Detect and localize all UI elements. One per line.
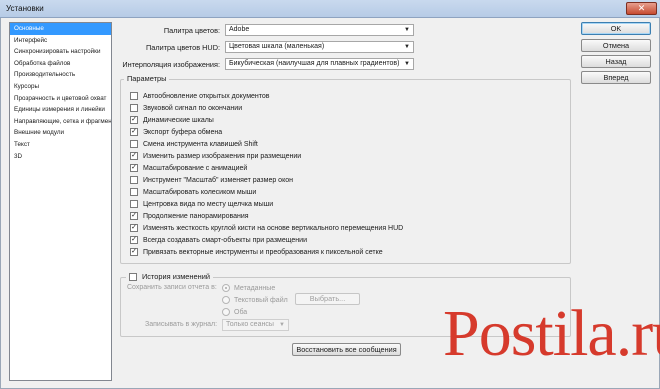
option-label: Изменить размер изображения при размещен… — [143, 152, 302, 160]
radio-button[interactable] — [222, 284, 230, 292]
back-button[interactable]: Назад — [581, 55, 651, 68]
checkbox[interactable]: ✓ — [130, 128, 138, 136]
option-label: Автообновление открытых документов — [143, 92, 270, 100]
sidebar-item-sync-settings[interactable]: Синхронизировать настройки — [10, 46, 111, 58]
option-zoom-scroll-wheel[interactable]: Масштабировать колесиком мыши — [130, 187, 256, 197]
sidebar-item-general[interactable]: Основные — [10, 23, 111, 35]
choose-file-button[interactable]: Выбрать... — [295, 293, 360, 305]
radio-both-label: Оба — [234, 308, 248, 316]
sidebar: Основные Интерфейс Синхронизировать наст… — [9, 22, 112, 381]
hud-picker-label: Палитра цветов HUD: — [146, 43, 220, 52]
option-label: Масштабировать колесиком мыши — [143, 188, 257, 196]
sidebar-item-plugins[interactable]: Внешние модули — [10, 127, 111, 139]
interpolation-value: Бикубическая (наилучшая для плавных град… — [229, 60, 400, 67]
radio-metadata-label: Метаданные — [234, 284, 276, 292]
log-items-value: Только сеансы — [226, 321, 274, 328]
title-bar: Установки ✕ — [0, 0, 660, 18]
close-icon[interactable]: ✕ — [626, 2, 657, 15]
option-snap-pixel-grid[interactable]: ✓ Привязать векторные инструменты и прео… — [130, 247, 383, 257]
checkbox[interactable] — [130, 188, 138, 196]
ok-button[interactable]: OK — [581, 22, 651, 35]
option-auto-update[interactable]: Автообновление открытых документов — [130, 91, 270, 101]
checkbox[interactable] — [130, 200, 138, 208]
chevron-down-icon: ▼ — [279, 322, 285, 328]
checkbox[interactable] — [130, 140, 138, 148]
option-label: Динамические шкалы — [143, 116, 214, 124]
sidebar-item-interface[interactable]: Интерфейс — [10, 35, 111, 47]
history-legend[interactable]: История изменений — [126, 272, 213, 281]
hud-picker-value: Цветовая шкала (маленькая) — [229, 43, 325, 50]
interpolation-label: Интерполяция изображения: — [122, 60, 220, 69]
window-title: Установки — [6, 4, 44, 13]
sidebar-item-units-rulers[interactable]: Единицы измерения и линейки — [10, 104, 111, 116]
option-animated-zoom[interactable]: ✓ Масштабирование с анимацией — [130, 163, 247, 173]
checkbox[interactable]: ✓ — [130, 248, 138, 256]
option-zoom-resizes-windows[interactable]: Инструмент "Масштаб" изменяет размер око… — [130, 175, 293, 185]
option-label: Инструмент "Масштаб" изменяет размер око… — [143, 176, 293, 184]
checkbox[interactable]: ✓ — [130, 236, 138, 244]
color-picker-select[interactable]: Adobe ▼ — [225, 24, 414, 36]
option-label: Масштабирование с анимацией — [143, 164, 248, 172]
option-smart-objects[interactable]: ✓ Всегда создавать смарт-объекты при раз… — [130, 235, 307, 245]
sidebar-item-guides-grid[interactable]: Направляющие, сетка и фрагменты — [10, 116, 111, 128]
color-picker-label: Палитра цветов: — [163, 26, 220, 35]
option-label: Продолжение панорамирования — [143, 212, 249, 220]
option-flick-panning[interactable]: ✓ Продолжение панорамирования — [130, 211, 249, 221]
history-checkbox[interactable] — [129, 272, 137, 281]
hud-picker-select[interactable]: Цветовая шкала (маленькая) ▼ — [225, 41, 414, 53]
sidebar-item-3d[interactable]: 3D — [10, 151, 111, 163]
options-legend: Параметры — [124, 74, 170, 83]
chevron-down-icon: ▼ — [404, 27, 410, 33]
chevron-down-icon: ▼ — [404, 44, 410, 50]
option-label: Привязать векторные инструменты и преобр… — [143, 248, 383, 256]
checkbox[interactable]: ✓ — [130, 152, 138, 160]
option-hud-brush-hardness[interactable]: ✓ Изменять жесткость круглой кисти на ос… — [130, 223, 403, 233]
option-label: Всегда создавать смарт-объекты при разме… — [143, 236, 307, 244]
option-resize-on-place[interactable]: ✓ Изменить размер изображения при размещ… — [130, 151, 301, 161]
log-items-select[interactable]: Только сеансы ▼ — [222, 319, 289, 331]
option-label: Центровка вида по месту щелчка мыши — [143, 200, 274, 208]
option-label: Изменять жесткость круглой кисти на осно… — [143, 224, 404, 232]
watermark: Postila.ru — [443, 297, 660, 370]
chevron-down-icon: ▼ — [404, 61, 410, 67]
save-log-label: Сохранить записи отчета в: — [127, 284, 217, 291]
history-legend-label: История изменений — [142, 272, 210, 281]
checkbox[interactable] — [130, 92, 138, 100]
checkbox[interactable]: ✓ — [130, 212, 138, 220]
interpolation-select[interactable]: Бикубическая (наилучшая для плавных град… — [225, 58, 414, 70]
checkbox[interactable]: ✓ — [130, 164, 138, 172]
checkbox[interactable]: ✓ — [130, 224, 138, 232]
sidebar-item-file-handling[interactable]: Обработка файлов — [10, 58, 111, 70]
option-label: Звуковой сигнал по окончании — [143, 104, 243, 112]
radio-text-file[interactable]: Текстовый файл — [222, 295, 288, 305]
log-items-label: Записывать в журнал: — [145, 321, 218, 328]
forward-button[interactable]: Вперед — [581, 71, 651, 84]
radio-both[interactable]: Оба — [222, 307, 247, 317]
option-label: Смена инструмента клавишей Shift — [143, 140, 258, 148]
sidebar-item-transparency-gamut[interactable]: Прозрачность и цветовой охват — [10, 93, 111, 105]
sidebar-item-performance[interactable]: Производительность — [10, 69, 111, 81]
option-label: Экспорт буфера обмена — [143, 128, 223, 136]
radio-button[interactable] — [222, 296, 230, 304]
checkbox[interactable] — [130, 104, 138, 112]
color-picker-value: Adobe — [229, 26, 250, 33]
reset-messages-button[interactable]: Восстановить все сообщения — [292, 343, 401, 356]
option-zoom-clicked-point[interactable]: Центровка вида по месту щелчка мыши — [130, 199, 273, 209]
radio-button[interactable] — [222, 308, 230, 316]
option-dynamic-sliders[interactable]: ✓ Динамические шкалы — [130, 115, 214, 125]
option-beep[interactable]: Звуковой сигнал по окончании — [130, 103, 242, 113]
sidebar-item-type[interactable]: Текст — [10, 139, 111, 151]
cancel-button[interactable]: Отмена — [581, 39, 651, 52]
radio-text-file-label: Текстовый файл — [234, 296, 288, 304]
option-shift-tool-switch[interactable]: Смена инструмента клавишей Shift — [130, 139, 258, 149]
radio-metadata[interactable]: Метаданные — [222, 283, 275, 293]
option-export-clipboard[interactable]: ✓ Экспорт буфера обмена — [130, 127, 222, 137]
checkbox[interactable] — [130, 176, 138, 184]
checkbox[interactable]: ✓ — [130, 116, 138, 124]
sidebar-item-cursors[interactable]: Курсоры — [10, 81, 111, 93]
